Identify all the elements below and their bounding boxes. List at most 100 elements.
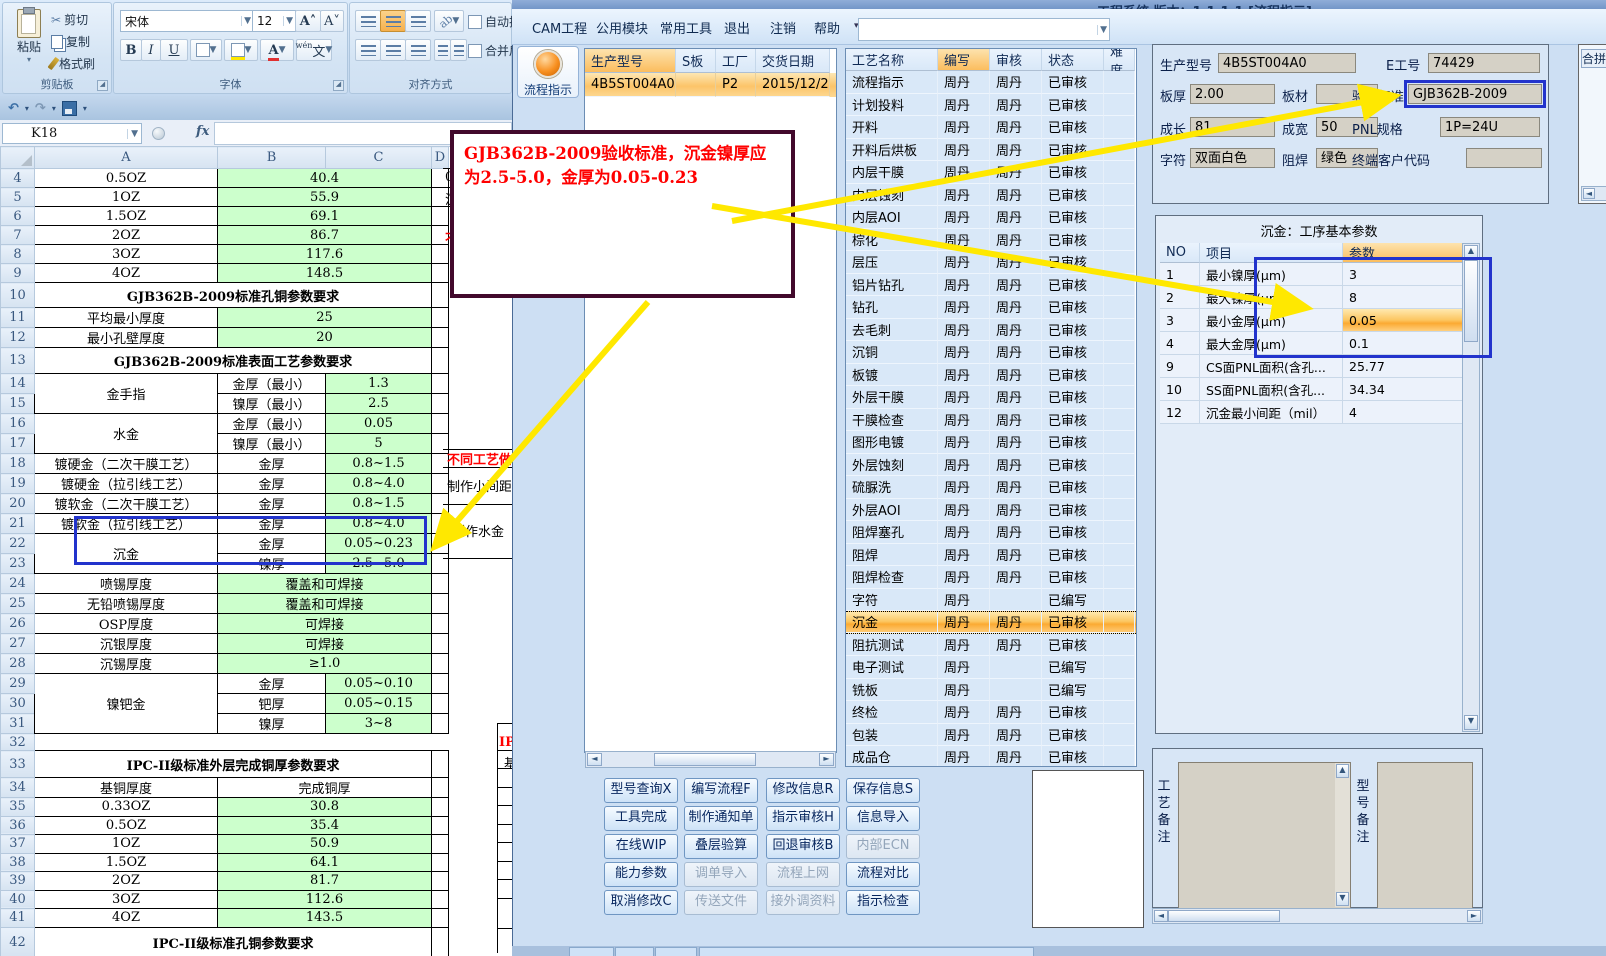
sheet-cell[interactable]: 0.05 <box>325 413 432 434</box>
field-value-E工号[interactable]: 74429 <box>1428 53 1540 73</box>
orders-header-4[interactable]: 交货日期 <box>756 49 830 73</box>
menu-item-4[interactable]: 退出 <box>724 18 750 37</box>
sheet-cell[interactable]: 覆盖和可焊接 <box>217 593 432 614</box>
qat-customize-icon[interactable]: ▾ <box>83 104 87 113</box>
row-header[interactable]: 38 <box>0 852 35 872</box>
process-remark-vscrollbar[interactable]: ▲ ▼ <box>1335 763 1350 907</box>
decrease-indent-button[interactable] <box>434 39 451 61</box>
process-row-外层蚀刻[interactable]: 外层蚀刻 周丹 周丹 已审核 <box>846 453 1136 476</box>
process-row-层压[interactable]: 层压 周丹 周丹 已审核 <box>846 251 1136 274</box>
process-row-棕化[interactable]: 棕化 周丹 周丹 已审核 <box>846 228 1136 251</box>
process-row-板镀[interactable]: 板镀 周丹 周丹 已审核 <box>846 363 1136 386</box>
font-name-select[interactable]: 宋体 ▼ <box>120 10 254 32</box>
save-icon[interactable] <box>61 100 77 116</box>
process-row-钻孔[interactable]: 钻孔 周丹 周丹 已审核 <box>846 296 1136 319</box>
orientation-button[interactable]: ab ▼ <box>434 10 464 32</box>
increase-indent-button[interactable] <box>450 39 467 61</box>
cam-button-修改信息R[interactable]: 修改信息R <box>766 778 840 803</box>
sheet-cell[interactable]: 沉锡厚度 <box>34 653 218 674</box>
cam-button-回退审核B[interactable]: 回退审核B <box>766 834 840 859</box>
cam-button-流程上网[interactable]: 流程上网 <box>766 862 840 887</box>
sheet-cell-title[interactable]: IPC-II级标准孔铜参数要求 <box>34 926 432 956</box>
sheet-cell[interactable] <box>431 733 449 751</box>
sheet-cell[interactable]: 水金 <box>34 413 218 454</box>
row-header[interactable]: 23 <box>0 553 35 574</box>
sheet-cell[interactable] <box>431 693 449 714</box>
process-row-沉铜[interactable]: 沉铜 周丹 周丹 已审核 <box>846 341 1136 364</box>
remarks-hscrollbar[interactable]: ◄ ► <box>1152 908 1483 924</box>
orders-scroll-right-icon[interactable]: ► <box>819 753 834 766</box>
row-header[interactable]: 22 <box>0 533 35 554</box>
row-header[interactable]: 31 <box>0 713 35 734</box>
sheet-cell[interactable]: 69.1 <box>217 206 432 226</box>
align-center-button[interactable] <box>380 39 406 61</box>
sheet-cell[interactable]: 2OZ <box>34 871 218 891</box>
sheet-cell[interactable]: OSP厚度 <box>34 613 218 634</box>
row-header[interactable]: 35 <box>0 797 35 817</box>
orders-header-3[interactable]: 工厂 <box>716 49 756 73</box>
sheet-cell[interactable]: 143.5 <box>217 908 432 928</box>
bold-button[interactable]: B <box>120 39 142 61</box>
row-header[interactable]: 4 <box>0 168 35 188</box>
row-header[interactable]: 19 <box>0 473 35 494</box>
sheet-cell[interactable] <box>431 453 449 474</box>
process-row-字符[interactable]: 字符 周丹 已编写 <box>846 588 1136 611</box>
sheet-cell[interactable]: 2OZ <box>34 225 218 245</box>
sheet-cell[interactable] <box>431 433 449 454</box>
sheet-cell[interactable]: 0.05~0.15 <box>325 693 432 714</box>
sheet-cell[interactable] <box>431 797 449 817</box>
align-middle-button[interactable] <box>380 10 406 32</box>
sheet-cell[interactable]: 金厚 <box>217 493 326 514</box>
sheet-cell[interactable] <box>431 653 449 674</box>
sheet-cell[interactable]: 基铜厚度 <box>34 777 218 798</box>
field-value-终端客户代码[interactable] <box>1466 148 1542 168</box>
sheet-cell[interactable] <box>431 908 449 928</box>
column-header-B[interactable]: B <box>217 146 326 169</box>
sheet-cell[interactable]: 112.6 <box>217 889 432 909</box>
row-header[interactable]: 37 <box>0 834 35 854</box>
sheet-cell[interactable] <box>431 713 449 734</box>
column-header-D[interactable]: D <box>431 146 449 169</box>
sheet-cell[interactable] <box>431 282 449 308</box>
row-header[interactable]: 29 <box>0 673 35 694</box>
row-header[interactable]: 27 <box>0 633 35 654</box>
underline-button[interactable]: U <box>160 39 188 61</box>
field-value-成长[interactable]: 81 <box>1190 117 1275 137</box>
field-value-字符[interactable]: 双面白色 <box>1190 148 1275 168</box>
field-value-板厚[interactable]: 2.00 <box>1190 84 1275 104</box>
row-header[interactable]: 36 <box>0 815 35 835</box>
params-scroll-down-icon[interactable]: ▼ <box>1464 715 1478 730</box>
remark-scroll-down-icon[interactable]: ▼ <box>1336 892 1349 906</box>
process-row-阻抗测试[interactable]: 阻抗测试 周丹 周丹 已审核 <box>846 633 1136 656</box>
process-row-终检[interactable]: 终检 周丹 周丹 已审核 <box>846 701 1136 724</box>
row-header[interactable]: 42 <box>0 926 35 956</box>
undo-icon[interactable]: ↶ <box>8 101 19 116</box>
model-remark-textarea[interactable] <box>1377 762 1473 910</box>
sheet-cell[interactable]: 0.5OZ <box>34 815 218 835</box>
sheet-cell[interactable] <box>431 613 449 634</box>
sheet-cell[interactable]: 4OZ <box>34 908 218 928</box>
process-header-4[interactable]: 状态 <box>1042 49 1104 71</box>
cam-button-指示审核H[interactable]: 指示审核H <box>766 806 840 831</box>
sheet-cell[interactable]: 148.5 <box>217 263 432 283</box>
row-header[interactable]: 20 <box>0 493 35 514</box>
process-row-阻焊塞孔[interactable]: 阻焊塞孔 周丹 周丹 已审核 <box>846 521 1136 544</box>
redo-icon[interactable]: ↷ <box>35 101 46 116</box>
sheet-cell[interactable]: 3OZ <box>34 244 218 264</box>
process-header-2[interactable]: 编写 <box>938 49 990 71</box>
sheet-cell[interactable]: 喷锡厚度 <box>34 573 218 594</box>
undo-dropdown-icon[interactable]: ▾ <box>25 104 29 113</box>
cam-button-指示检查[interactable]: 指示检查 <box>846 890 920 915</box>
row-header[interactable]: 39 <box>0 871 35 891</box>
sheet-cell[interactable]: 0.5OZ <box>34 168 218 188</box>
sheet-cell-title[interactable]: GJB362B-2009标准表面工艺参数要求 <box>34 347 432 374</box>
sheet-cell[interactable]: 1OZ <box>34 187 218 207</box>
sheet-cell[interactable] <box>431 834 449 854</box>
process-row-开料[interactable]: 开料 周丹 周丹 已审核 <box>846 116 1136 139</box>
sheet-cell[interactable] <box>431 244 449 264</box>
orders-row[interactable]: 4B5ST004A0 P2 2015/12/24 <box>585 73 836 97</box>
sheet-cell[interactable]: 5 <box>325 433 432 454</box>
menu-item-2[interactable]: 公用模块 <box>596 18 648 37</box>
row-header[interactable]: 34 <box>0 777 35 798</box>
fx-button[interactable]: fx <box>196 124 209 139</box>
